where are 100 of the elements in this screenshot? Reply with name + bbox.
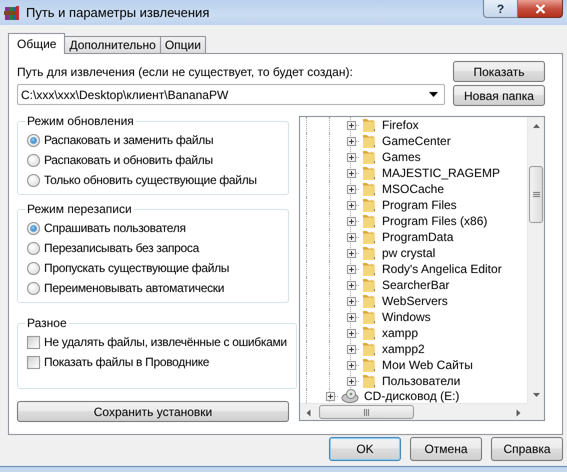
scroll-up-icon[interactable] xyxy=(533,124,540,128)
tab[interactable]: Общие xyxy=(8,33,66,54)
expand-icon[interactable] xyxy=(346,200,356,210)
dialog-button[interactable]: OK xyxy=(329,437,401,461)
expand-icon[interactable] xyxy=(346,264,356,274)
expand-icon[interactable] xyxy=(346,136,356,146)
scroll-down-icon[interactable] xyxy=(533,392,540,396)
folder-icon xyxy=(361,213,377,229)
side-button[interactable]: Новая папка xyxy=(453,85,545,106)
scroll-right-icon[interactable] xyxy=(516,409,520,416)
close-button[interactable] xyxy=(518,0,563,18)
group-title: Режим перезаписи xyxy=(26,202,133,216)
option-label[interactable]: Спрашивать пользователя xyxy=(44,221,186,235)
folder-label[interactable]: GameCenter xyxy=(382,134,451,148)
folder-label[interactable]: Games xyxy=(382,150,421,164)
expand-icon[interactable] xyxy=(346,328,356,338)
folder-icon xyxy=(361,293,377,309)
radio-button[interactable] xyxy=(27,154,40,166)
expand-icon[interactable] xyxy=(346,152,356,162)
folder-label[interactable]: pw crystal xyxy=(382,246,436,260)
expand-icon[interactable] xyxy=(346,280,356,290)
radio-button[interactable] xyxy=(27,282,40,294)
books-icon xyxy=(4,4,20,20)
folder-icon xyxy=(361,197,377,213)
folder-icon xyxy=(361,229,377,245)
folder-icon xyxy=(361,325,377,341)
dialog-button[interactable]: Справка xyxy=(491,437,563,461)
radio-button[interactable] xyxy=(27,242,40,254)
folder-label[interactable]: Мои Web Сайты xyxy=(382,358,473,372)
expand-icon[interactable] xyxy=(346,248,356,258)
option-label[interactable]: Распаковать и обновить файлы xyxy=(44,153,213,167)
checkbox[interactable] xyxy=(27,356,40,368)
close-icon xyxy=(534,4,546,14)
expand-icon[interactable] xyxy=(346,120,356,130)
folder-label[interactable]: xampp xyxy=(382,326,418,340)
scrollbar-thumb[interactable] xyxy=(319,405,414,419)
folder-icon xyxy=(361,357,377,373)
radio-button[interactable] xyxy=(27,134,40,146)
folder-icon xyxy=(361,261,377,277)
folder-label[interactable]: WebServers xyxy=(382,294,448,308)
option-label[interactable]: Не удалять файлы, извлечённые с ошибками xyxy=(44,335,287,349)
folder-icon xyxy=(361,309,377,325)
folder-icon xyxy=(361,165,377,181)
save-settings-button[interactable]: Сохранить установки xyxy=(17,401,289,422)
option-label[interactable]: Перезаписывать без запроса xyxy=(44,241,199,255)
dropdown-arrow-icon[interactable] xyxy=(429,92,438,97)
tab[interactable]: Опции xyxy=(160,36,206,53)
cd-drive-icon xyxy=(341,389,359,403)
expand-icon[interactable] xyxy=(326,392,334,400)
expand-icon[interactable] xyxy=(346,344,356,354)
expand-icon[interactable] xyxy=(346,184,356,194)
window-title: Путь и параметры извлечения xyxy=(26,5,210,20)
horizontal-scrollbar[interactable] xyxy=(300,403,527,420)
folder-tree[interactable] xyxy=(299,116,545,421)
help-button[interactable]: ? xyxy=(483,0,518,18)
option-label[interactable]: Только обновить существующие файлы xyxy=(44,173,257,187)
option-label[interactable]: Пропускать существующие файлы xyxy=(44,261,230,275)
expand-icon[interactable] xyxy=(346,376,356,386)
expand-icon[interactable] xyxy=(346,216,356,226)
folder-icon xyxy=(361,245,377,261)
checkbox[interactable] xyxy=(27,336,40,348)
folder-icon xyxy=(361,149,377,165)
side-button[interactable]: Показать xyxy=(453,61,545,82)
group-title: Разное xyxy=(26,316,68,330)
folder-label[interactable]: MAJESTIC_RAGEMP xyxy=(382,166,500,180)
scrollbar-thumb[interactable] xyxy=(529,166,543,223)
folder-label[interactable]: Rody's Angelica Editor xyxy=(382,262,502,276)
folder-label[interactable]: Пользователи xyxy=(382,374,460,388)
folder-label[interactable]: Program Files xyxy=(382,198,457,212)
drive-label[interactable]: CD-дисковод (E:) xyxy=(364,389,460,403)
folder-label[interactable]: Windows xyxy=(382,310,431,324)
folder-label[interactable]: xampp2 xyxy=(382,342,425,356)
expand-icon[interactable] xyxy=(346,360,356,370)
path-label: Путь для извлечения (если не существует, то будет создан): xyxy=(17,65,354,80)
folder-label[interactable]: SearcherBar xyxy=(382,278,450,292)
expand-icon[interactable] xyxy=(346,232,356,242)
option-label[interactable]: Показать файлы в Проводнике xyxy=(44,355,210,369)
folder-label[interactable]: Firefox xyxy=(382,118,419,132)
folder-label[interactable]: MSOCache xyxy=(382,182,444,196)
option-label[interactable]: Переименовывать автоматически xyxy=(44,281,224,295)
folder-icon xyxy=(361,277,377,293)
folder-label[interactable]: ProgramData xyxy=(382,230,454,244)
radio-button[interactable] xyxy=(27,222,40,234)
tab[interactable]: Дополнительно xyxy=(64,36,161,53)
radio-button[interactable] xyxy=(27,262,40,274)
folder-icon xyxy=(361,373,377,389)
expand-icon[interactable] xyxy=(346,168,356,178)
dialog-button[interactable]: Отмена xyxy=(410,437,482,461)
expand-icon[interactable] xyxy=(346,312,356,322)
group-title: Режим обновления xyxy=(26,114,135,128)
folder-icon xyxy=(361,181,377,197)
expand-icon[interactable] xyxy=(346,296,356,306)
scroll-left-icon[interactable] xyxy=(306,409,310,416)
radio-button[interactable] xyxy=(27,174,40,186)
folder-icon xyxy=(361,341,377,357)
vertical-scrollbar[interactable] xyxy=(527,117,544,403)
folder-icon xyxy=(361,117,377,133)
folder-label[interactable]: Program Files (x86) xyxy=(382,214,488,228)
path-combo[interactable]: C:\xxx\xxx\Desktop\клиент\BananaPW xyxy=(17,84,445,105)
option-label[interactable]: Распаковать и заменить файлы xyxy=(44,133,214,147)
